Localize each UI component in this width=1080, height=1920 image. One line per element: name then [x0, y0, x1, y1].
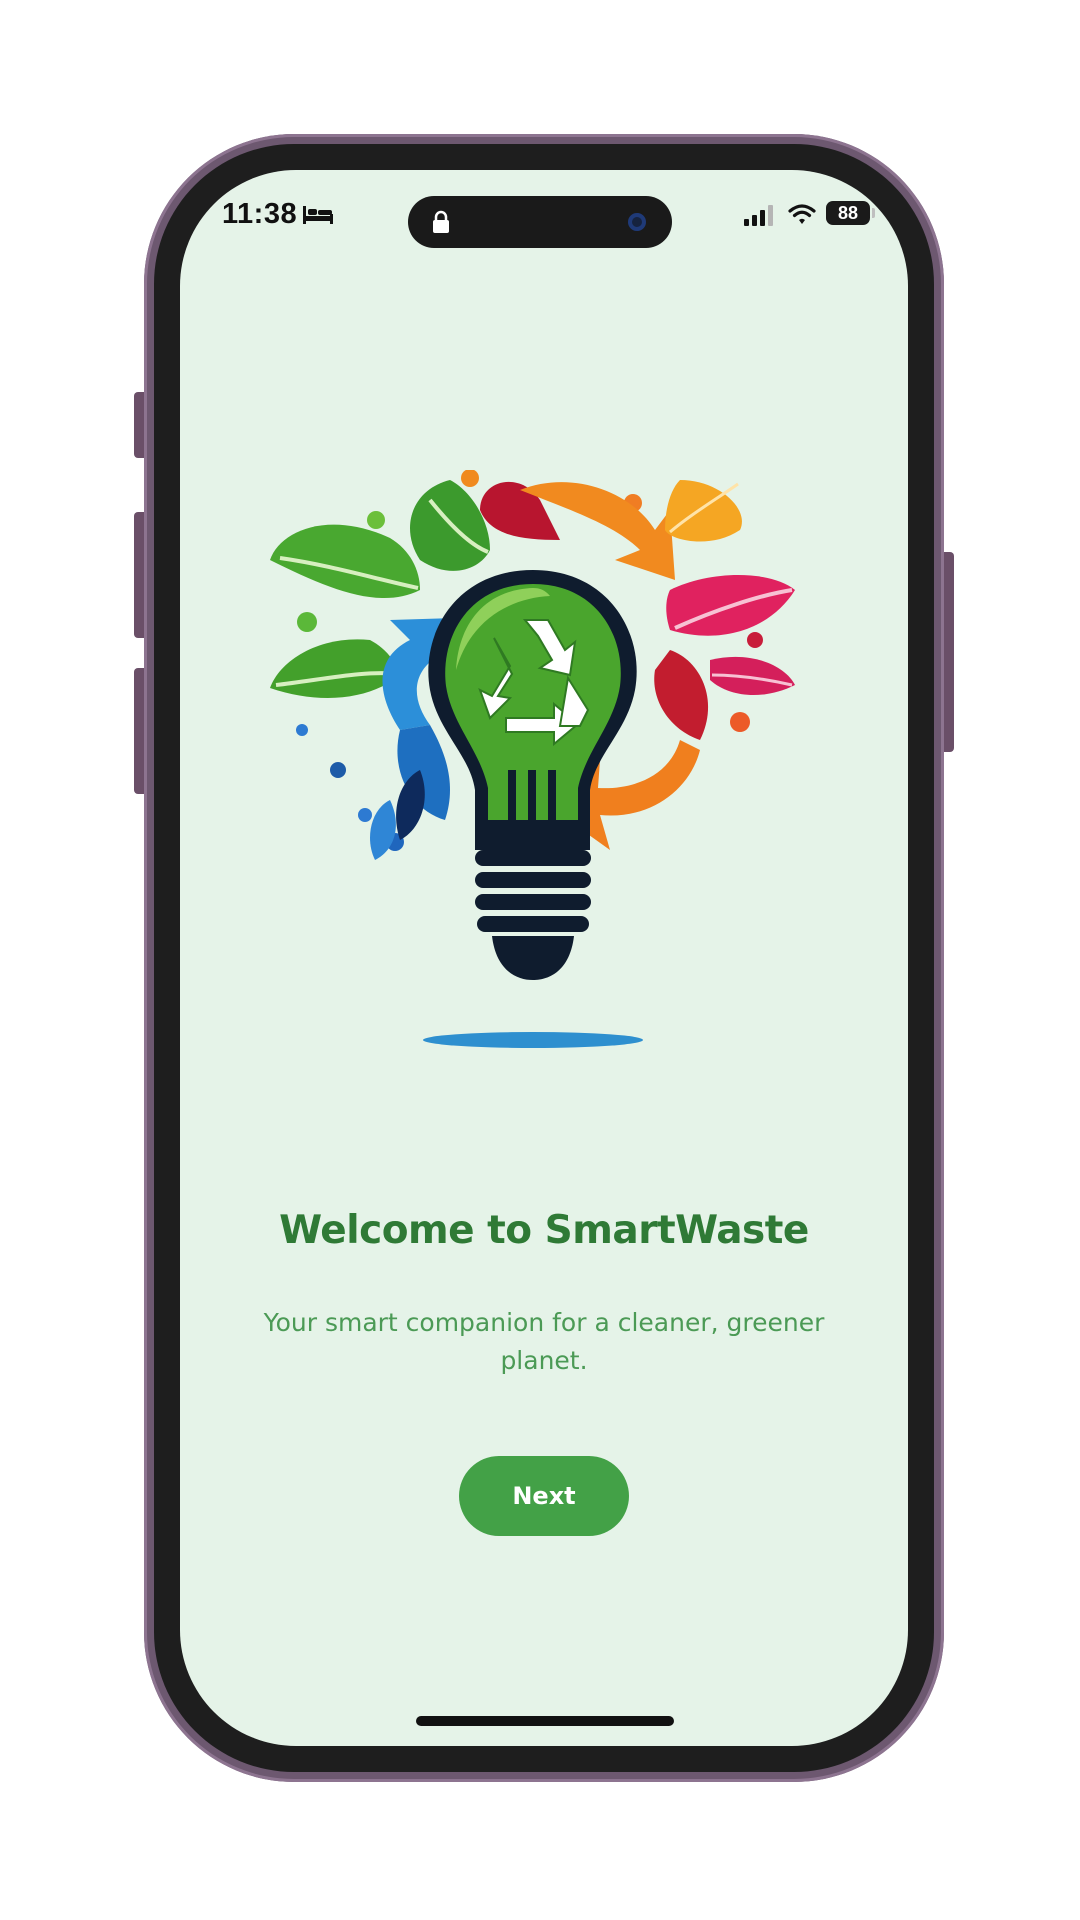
battery-icon: 88 — [826, 201, 870, 225]
next-button[interactable]: Next — [459, 1456, 629, 1536]
signal-icon — [744, 205, 773, 226]
wifi-icon — [788, 204, 816, 224]
status-time: 11:38 — [222, 198, 298, 230]
lock-icon — [433, 210, 449, 233]
lightbulb-recycle-icon — [270, 470, 795, 1048]
camera-icon — [628, 213, 646, 231]
welcome-subtitle: Your smart companion for a cleaner, gree… — [263, 1308, 825, 1375]
welcome-title: Welcome to SmartWaste — [279, 1208, 809, 1253]
bed-icon — [303, 206, 333, 224]
device-mockup: 11:38 88 Welcome to SmartWaste Your smar… — [0, 0, 1080, 1920]
home-indicator[interactable] — [416, 1716, 674, 1726]
dynamic-island — [408, 196, 672, 248]
battery-tip — [872, 208, 875, 218]
welcome-screen: 11:38 88 Welcome to SmartWaste Your smar… — [180, 170, 908, 1746]
